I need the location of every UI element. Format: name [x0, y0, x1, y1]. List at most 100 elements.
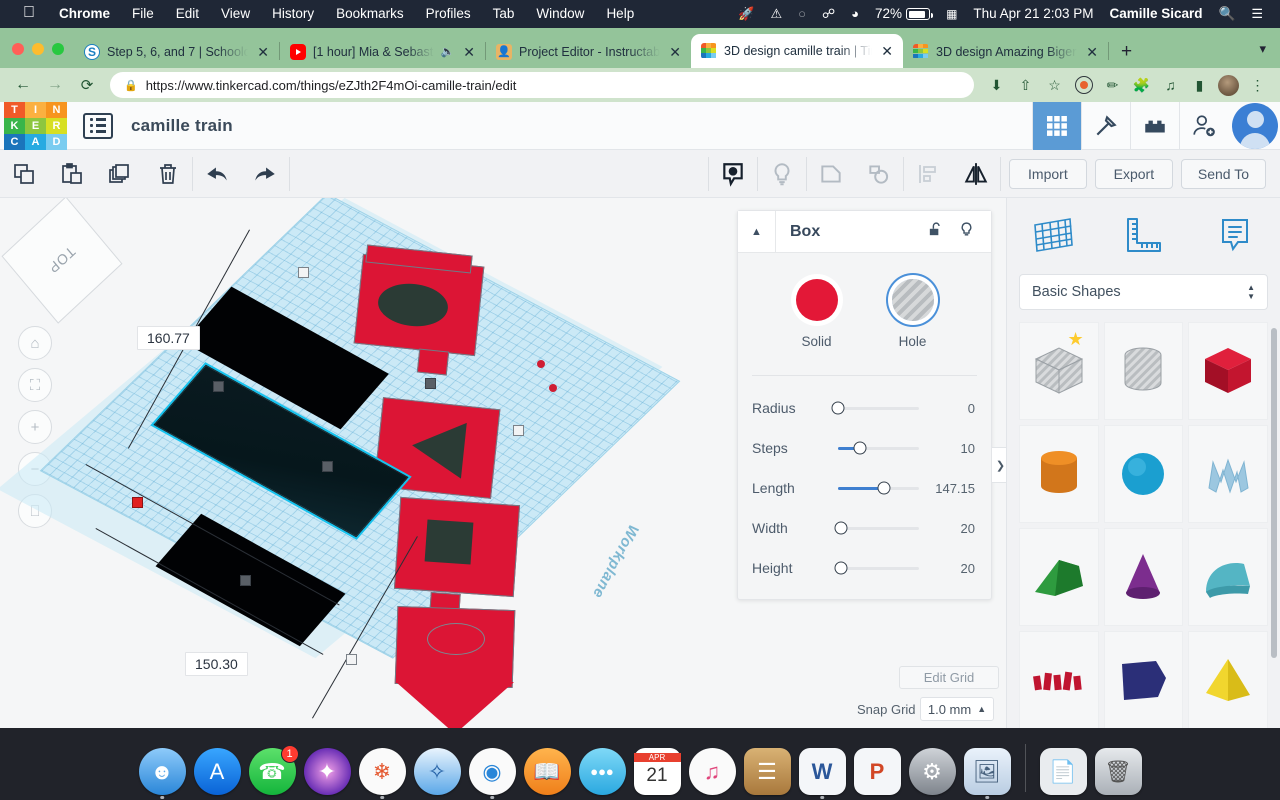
dock-calendar[interactable]: APR 21	[633, 748, 681, 795]
tab-close-icon[interactable]: ✕	[255, 45, 271, 59]
dock-safari[interactable]: ✧	[413, 748, 461, 795]
extensions-puzzle-icon[interactable]: 🧩	[1127, 71, 1156, 99]
shape-round-roof[interactable]	[1188, 528, 1268, 626]
menu-profiles[interactable]: Profiles	[415, 0, 482, 28]
dock-downloads-stack[interactable]: 📄	[1039, 748, 1087, 795]
spotlight-search-icon[interactable]: 🔍	[1211, 0, 1244, 28]
menu-window[interactable]: Window	[525, 0, 595, 28]
solid-color-swatch[interactable]	[795, 279, 838, 321]
hole-option[interactable]: Hole	[891, 279, 934, 349]
resize-handle-mid-1[interactable]	[213, 381, 224, 392]
shape-cylinder[interactable]	[1019, 425, 1099, 523]
resize-handle-bottom[interactable]	[346, 654, 357, 665]
shape-box[interactable]	[1188, 322, 1268, 420]
menu-file[interactable]: File	[121, 0, 165, 28]
menu-tab[interactable]: Tab	[482, 0, 526, 28]
width-slider[interactable]	[834, 521, 919, 535]
copy-icon[interactable]	[0, 150, 48, 198]
maximize-window-button[interactable]	[52, 43, 64, 55]
dock-finder[interactable]: ☻	[138, 748, 186, 799]
playlist-icon[interactable]: ♫	[1156, 71, 1185, 99]
menubar-username[interactable]: Camille Sicard	[1101, 0, 1210, 28]
tab-close-icon[interactable]: ✕	[667, 45, 683, 59]
battery-indicator[interactable]: 72%	[867, 0, 938, 28]
radius-slider[interactable]	[831, 401, 919, 415]
menubar-clock[interactable]: Thu Apr 21 2:03 PM	[965, 0, 1101, 28]
spiral-icon[interactable]: ○	[790, 0, 814, 28]
property-value[interactable]: 20	[929, 561, 975, 576]
shape-scribble[interactable]	[1188, 425, 1268, 523]
duplicate-icon[interactable]	[96, 150, 144, 198]
dock-powerpoint[interactable]: P	[853, 748, 901, 795]
dimension-label-length[interactable]: 160.77	[137, 326, 200, 350]
property-value[interactable]: 0	[929, 401, 975, 416]
blocks-icon[interactable]	[1130, 101, 1179, 150]
codeblocks-icon[interactable]	[1081, 101, 1130, 150]
browser-tab-youtube[interactable]: [1 hour] Mia & Sebastian 🔈 ✕	[280, 35, 485, 68]
pencil-icon[interactable]: ✏	[1098, 71, 1127, 99]
resize-handle-inner[interactable]	[425, 378, 436, 389]
unlock-icon[interactable]	[927, 221, 944, 243]
minimize-window-button[interactable]	[32, 43, 44, 55]
mirror-icon[interactable]	[952, 150, 1000, 198]
note-callout-icon[interactable]	[1189, 215, 1280, 255]
install-icon[interactable]: ⬇	[982, 71, 1011, 99]
undo-icon[interactable]	[193, 150, 241, 198]
back-arrow-icon[interactable]: ←	[8, 71, 38, 99]
import-button[interactable]: Import	[1008, 158, 1087, 189]
dock-siri[interactable]: ✦	[303, 748, 351, 795]
length-slider[interactable]	[838, 481, 919, 495]
control-center-icon[interactable]: ☰	[1243, 0, 1271, 28]
menu-view[interactable]: View	[210, 0, 261, 28]
invite-person-icon[interactable]	[1179, 101, 1228, 150]
menu-edit[interactable]: Edit	[165, 0, 210, 28]
property-value[interactable]: 20	[929, 521, 975, 536]
property-value[interactable]: 10	[929, 441, 975, 456]
grid-workplane-icon[interactable]	[1007, 215, 1098, 255]
note-icon[interactable]	[709, 150, 757, 198]
bulb-icon[interactable]	[958, 221, 975, 243]
ruler-icon[interactable]	[1098, 215, 1189, 255]
height-slider[interactable]	[834, 561, 919, 575]
property-value[interactable]: 147.15	[929, 481, 975, 496]
dock-contacts[interactable]: ☰	[743, 748, 791, 795]
resize-handle-right[interactable]	[513, 425, 524, 436]
new-tab-button[interactable]: +	[1109, 42, 1142, 68]
workplane-grid[interactable]	[39, 198, 681, 659]
shape-cylinder-hole[interactable]	[1103, 322, 1184, 420]
address-bar[interactable]: 🔒 https://www.tinkercad.com/things/eZJth…	[110, 72, 974, 98]
shape-category-select[interactable]: Basic Shapes ▲ ▼	[1019, 274, 1268, 310]
export-button[interactable]: Export	[1094, 158, 1173, 189]
delete-icon[interactable]	[144, 150, 192, 198]
dock-word[interactable]: W	[798, 748, 846, 799]
input-menu-icon[interactable]: ▦	[938, 0, 965, 28]
dock-facetime[interactable]: ☎ 1	[248, 745, 299, 795]
profile-avatar-icon[interactable]	[1214, 71, 1243, 99]
bluetooth-icon[interactable]: ☍	[814, 0, 843, 28]
send-to-button[interactable]: Send To	[1180, 158, 1266, 189]
dock-trash[interactable]: 🗑	[1094, 748, 1142, 795]
steps-slider[interactable]	[838, 441, 919, 455]
dock-messages[interactable]: ●●●	[578, 748, 626, 795]
chrome-menu-icon[interactable]: ⋮	[1243, 71, 1272, 99]
hole-swatch[interactable]	[891, 279, 934, 321]
dock-ibooks[interactable]: 📖	[523, 748, 571, 795]
menu-bookmarks[interactable]: Bookmarks	[325, 0, 415, 28]
dock-photos[interactable]: ❄	[358, 748, 406, 799]
redo-icon[interactable]	[241, 150, 289, 198]
wifi-icon[interactable]: ◕	[843, 0, 867, 28]
dock-preview[interactable]: 🖼	[963, 748, 1011, 799]
snap-grid-select[interactable]: 1.0 mm ▲	[920, 697, 994, 721]
shape-text[interactable]	[1019, 631, 1099, 729]
browser-tab-tinkercad-active[interactable]: 3D design camille train | Tinkercad ✕	[691, 34, 903, 68]
shape-cone[interactable]	[1103, 528, 1184, 626]
dock-itunes[interactable]: ♫	[688, 748, 736, 795]
resize-handle-top[interactable]	[298, 267, 309, 278]
sidepanel-icon[interactable]: ▮	[1185, 71, 1214, 99]
browser-tab-tinkercad-2[interactable]: 3D design Amazing Bigery ✕	[903, 35, 1108, 68]
browser-tab-schoology[interactable]: S Step 5, 6, and 7 | Schoology ✕	[74, 35, 279, 68]
shape-pyramid[interactable]	[1188, 631, 1268, 729]
resize-handle-mid-2[interactable]	[322, 461, 333, 472]
tinkercad-logo[interactable]: T I N K E R C A D	[4, 101, 67, 150]
close-window-button[interactable]	[12, 43, 24, 55]
